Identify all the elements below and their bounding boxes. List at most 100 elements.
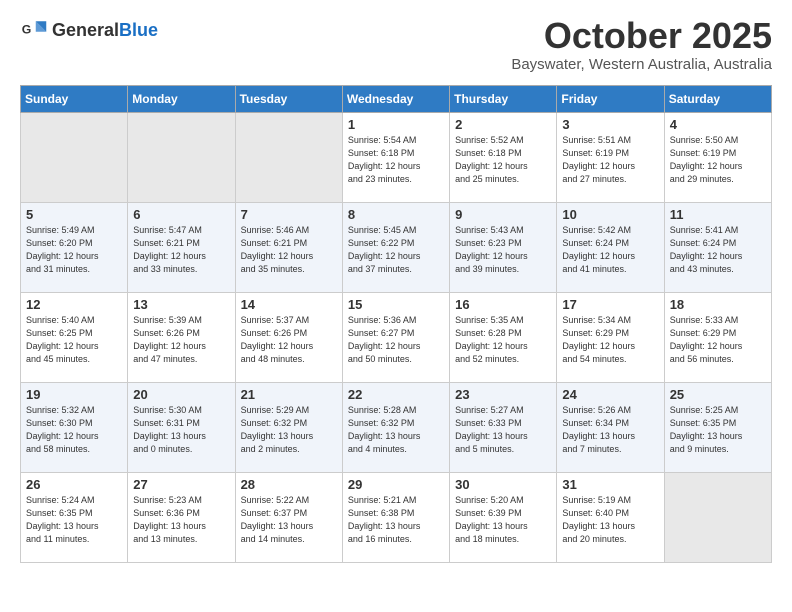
day-number: 15 bbox=[348, 297, 444, 312]
day-info: Sunrise: 5:42 AM Sunset: 6:24 PM Dayligh… bbox=[562, 224, 658, 276]
day-number: 10 bbox=[562, 207, 658, 222]
day-info: Sunrise: 5:21 AM Sunset: 6:38 PM Dayligh… bbox=[348, 494, 444, 546]
day-number: 29 bbox=[348, 477, 444, 492]
calendar-cell: 24Sunrise: 5:26 AM Sunset: 6:34 PM Dayli… bbox=[557, 382, 664, 472]
calendar-header-row: SundayMondayTuesdayWednesdayThursdayFrid… bbox=[21, 85, 772, 112]
logo: G General Blue bbox=[20, 16, 158, 44]
day-info: Sunrise: 5:32 AM Sunset: 6:30 PM Dayligh… bbox=[26, 404, 122, 456]
calendar-cell: 5Sunrise: 5:49 AM Sunset: 6:20 PM Daylig… bbox=[21, 202, 128, 292]
day-info: Sunrise: 5:27 AM Sunset: 6:33 PM Dayligh… bbox=[455, 404, 551, 456]
day-number: 25 bbox=[670, 387, 766, 402]
day-info: Sunrise: 5:22 AM Sunset: 6:37 PM Dayligh… bbox=[241, 494, 337, 546]
calendar-cell: 29 Sunrise: 5:21 AM Sunset: 6:38 PM Dayli… bbox=[342, 472, 449, 562]
calendar-cell: 10 Sunrise: 5:42 AM Sunset: 6:24 PM Dayli… bbox=[557, 202, 664, 292]
day-number: 9 bbox=[455, 207, 551, 222]
day-info: Sunrise: 5:36 AM Sunset: 6:27 PM Dayligh… bbox=[348, 314, 444, 366]
day-number: 14 bbox=[241, 297, 337, 312]
calendar-cell: 19 Sunrise: 5:32 AM Sunset: 6:30 PM Dayli… bbox=[21, 382, 128, 472]
calendar-cell: 7Sunrise: 5:46 AM Sunset: 6:21 PM Daylig… bbox=[235, 202, 342, 292]
day-number: 11 bbox=[670, 207, 766, 222]
day-number: 20 bbox=[133, 387, 229, 402]
calendar-cell: 12Sunrise: 5:40 AM Sunset: 6:25 PM Dayli… bbox=[21, 292, 128, 382]
day-info: Sunrise: 5:30 AM Sunset: 6:31 PM Dayligh… bbox=[133, 404, 229, 456]
logo-icon: G bbox=[20, 16, 48, 44]
day-info: Sunrise: 5:20 AM Sunset: 6:39 PM Dayligh… bbox=[455, 494, 551, 546]
day-info: Sunrise: 5:52 AM Sunset: 6:18 PM Dayligh… bbox=[455, 134, 551, 186]
day-number: 3 bbox=[562, 117, 658, 132]
day-number: 18 bbox=[670, 297, 766, 312]
day-number: 7 bbox=[241, 207, 337, 222]
day-number: 12 bbox=[26, 297, 122, 312]
day-info: Sunrise: 5:35 AM Sunset: 6:28 PM Dayligh… bbox=[455, 314, 551, 366]
day-info: Sunrise: 5:47 AM Sunset: 6:21 PM Dayligh… bbox=[133, 224, 229, 276]
day-number: 22 bbox=[348, 387, 444, 402]
day-info: Sunrise: 5:24 AM Sunset: 6:35 PM Dayligh… bbox=[26, 494, 122, 546]
calendar-week-row: 5Sunrise: 5:49 AM Sunset: 6:20 PM Daylig… bbox=[21, 202, 772, 292]
calendar-cell: 6Sunrise: 5:47 AM Sunset: 6:21 PM Daylig… bbox=[128, 202, 235, 292]
svg-text:G: G bbox=[22, 23, 32, 37]
calendar-cell: 16Sunrise: 5:35 AM Sunset: 6:28 PM Dayli… bbox=[450, 292, 557, 382]
calendar-cell: 2 Sunrise: 5:52 AM Sunset: 6:18 PM Daylig… bbox=[450, 112, 557, 202]
calendar-cell: 31 Sunrise: 5:19 AM Sunset: 6:40 PM Dayli… bbox=[557, 472, 664, 562]
day-number: 26 bbox=[26, 477, 122, 492]
day-info: Sunrise: 5:54 AM Sunset: 6:18 PM Dayligh… bbox=[348, 134, 444, 186]
calendar-cell: 11Sunrise: 5:41 AM Sunset: 6:24 PM Dayli… bbox=[664, 202, 771, 292]
calendar-cell: 4 Sunrise: 5:50 AM Sunset: 6:19 PM Daylig… bbox=[664, 112, 771, 202]
title-block: October 2025 Bayswater, Western Australi… bbox=[511, 16, 772, 73]
day-info: Sunrise: 5:23 AM Sunset: 6:36 PM Dayligh… bbox=[133, 494, 229, 546]
calendar-cell: 22 Sunrise: 5:28 AM Sunset: 6:32 PM Dayli… bbox=[342, 382, 449, 472]
calendar-week-row: 1 Sunrise: 5:54 AM Sunset: 6:18 PM Daylig… bbox=[21, 112, 772, 202]
day-number: 1 bbox=[348, 117, 444, 132]
location-subtitle: Bayswater, Western Australia, Australia bbox=[511, 56, 772, 73]
day-number: 27 bbox=[133, 477, 229, 492]
day-number: 8 bbox=[348, 207, 444, 222]
calendar-cell: 30 Sunrise: 5:20 AM Sunset: 6:39 PM Dayli… bbox=[450, 472, 557, 562]
day-number: 28 bbox=[241, 477, 337, 492]
day-header-monday: Monday bbox=[128, 85, 235, 112]
calendar-week-row: 26 Sunrise: 5:24 AM Sunset: 6:35 PM Dayli… bbox=[21, 472, 772, 562]
month-title: October 2025 bbox=[511, 16, 772, 56]
calendar-cell bbox=[235, 112, 342, 202]
day-info: Sunrise: 5:19 AM Sunset: 6:40 PM Dayligh… bbox=[562, 494, 658, 546]
day-header-friday: Friday bbox=[557, 85, 664, 112]
calendar-week-row: 12Sunrise: 5:40 AM Sunset: 6:25 PM Dayli… bbox=[21, 292, 772, 382]
calendar-cell: 13Sunrise: 5:39 AM Sunset: 6:26 PM Dayli… bbox=[128, 292, 235, 382]
day-number: 17 bbox=[562, 297, 658, 312]
day-number: 24 bbox=[562, 387, 658, 402]
day-info: Sunrise: 5:34 AM Sunset: 6:29 PM Dayligh… bbox=[562, 314, 658, 366]
day-header-sunday: Sunday bbox=[21, 85, 128, 112]
calendar-week-row: 19 Sunrise: 5:32 AM Sunset: 6:30 PM Dayli… bbox=[21, 382, 772, 472]
day-info: Sunrise: 5:33 AM Sunset: 6:29 PM Dayligh… bbox=[670, 314, 766, 366]
calendar-table: SundayMondayTuesdayWednesdayThursdayFrid… bbox=[20, 85, 772, 563]
day-number: 30 bbox=[455, 477, 551, 492]
day-info: Sunrise: 5:43 AM Sunset: 6:23 PM Dayligh… bbox=[455, 224, 551, 276]
day-number: 13 bbox=[133, 297, 229, 312]
calendar-cell: 25 Sunrise: 5:25 AM Sunset: 6:35 PM Dayli… bbox=[664, 382, 771, 472]
calendar-cell: 3 Sunrise: 5:51 AM Sunset: 6:19 PM Daylig… bbox=[557, 112, 664, 202]
day-header-wednesday: Wednesday bbox=[342, 85, 449, 112]
day-number: 31 bbox=[562, 477, 658, 492]
calendar-cell bbox=[664, 472, 771, 562]
calendar-cell: 20 Sunrise: 5:30 AM Sunset: 6:31 PM Dayli… bbox=[128, 382, 235, 472]
day-number: 2 bbox=[455, 117, 551, 132]
day-info: Sunrise: 5:37 AM Sunset: 6:26 PM Dayligh… bbox=[241, 314, 337, 366]
calendar-cell: 18 Sunrise: 5:33 AM Sunset: 6:29 PM Dayli… bbox=[664, 292, 771, 382]
day-number: 4 bbox=[670, 117, 766, 132]
calendar-cell: 14 Sunrise: 5:37 AM Sunset: 6:26 PM Dayli… bbox=[235, 292, 342, 382]
day-info: Sunrise: 5:29 AM Sunset: 6:32 PM Dayligh… bbox=[241, 404, 337, 456]
calendar-cell: 1 Sunrise: 5:54 AM Sunset: 6:18 PM Daylig… bbox=[342, 112, 449, 202]
logo-blue-text: Blue bbox=[119, 20, 158, 41]
day-info: Sunrise: 5:25 AM Sunset: 6:35 PM Dayligh… bbox=[670, 404, 766, 456]
day-info: Sunrise: 5:28 AM Sunset: 6:32 PM Dayligh… bbox=[348, 404, 444, 456]
day-header-saturday: Saturday bbox=[664, 85, 771, 112]
calendar-cell: 8 Sunrise: 5:45 AM Sunset: 6:22 PM Daylig… bbox=[342, 202, 449, 292]
day-number: 23 bbox=[455, 387, 551, 402]
page-header: G General Blue October 2025 Bayswater, W… bbox=[20, 16, 772, 73]
calendar-cell: 9 Sunrise: 5:43 AM Sunset: 6:23 PM Daylig… bbox=[450, 202, 557, 292]
calendar-cell: 27 Sunrise: 5:23 AM Sunset: 6:36 PM Dayli… bbox=[128, 472, 235, 562]
day-info: Sunrise: 5:50 AM Sunset: 6:19 PM Dayligh… bbox=[670, 134, 766, 186]
day-info: Sunrise: 5:51 AM Sunset: 6:19 PM Dayligh… bbox=[562, 134, 658, 186]
day-number: 19 bbox=[26, 387, 122, 402]
day-info: Sunrise: 5:45 AM Sunset: 6:22 PM Dayligh… bbox=[348, 224, 444, 276]
day-header-thursday: Thursday bbox=[450, 85, 557, 112]
